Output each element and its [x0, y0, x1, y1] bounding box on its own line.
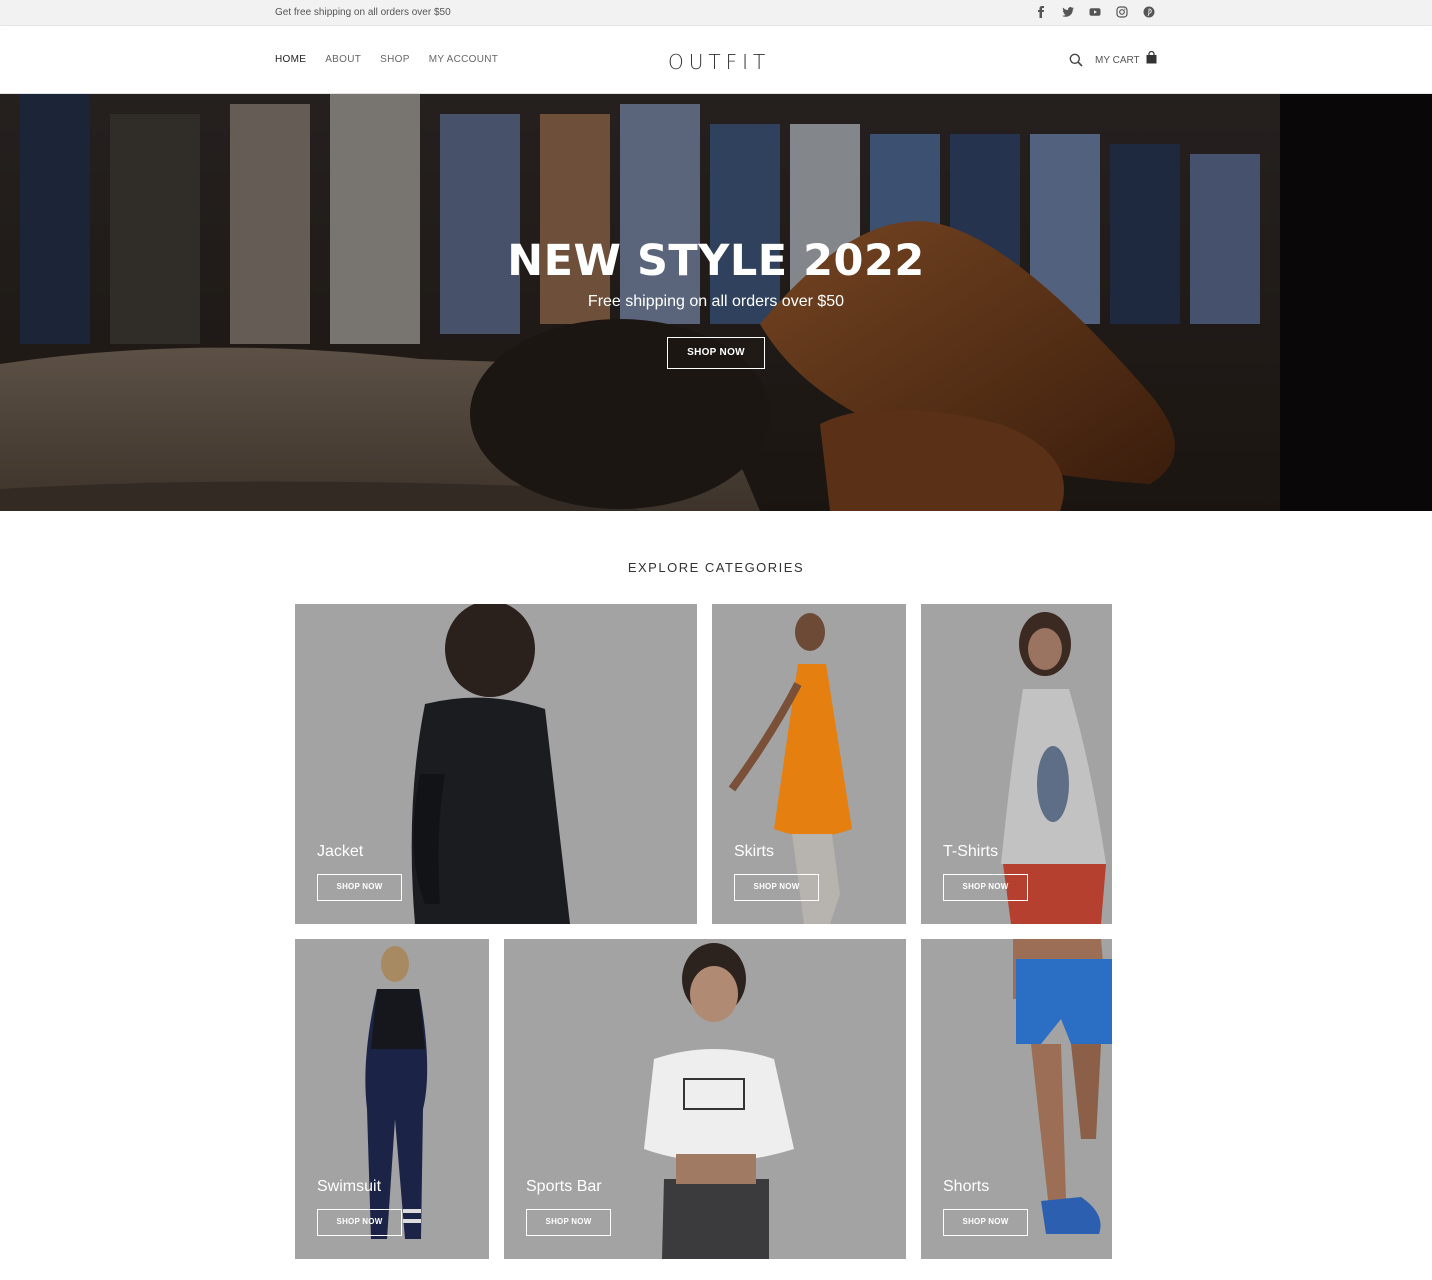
category-shop-now-button[interactable]: SHOP NOW	[943, 1209, 1028, 1236]
category-shop-now-button[interactable]: SHOP NOW	[734, 874, 819, 901]
nav-my-account[interactable]: MY ACCOUNT	[429, 54, 499, 65]
nav-about[interactable]: ABOUT	[325, 54, 361, 65]
category-card-swimsuit[interactable]: Swimsuit SHOP NOW	[295, 939, 489, 1259]
category-name: Jacket	[317, 843, 364, 860]
category-shop-now-button[interactable]: SHOP NOW	[943, 874, 1028, 901]
hero-title: NEW STYLE 2022	[507, 236, 925, 286]
nav-home[interactable]: HOME	[275, 54, 306, 65]
twitter-icon[interactable]	[1062, 5, 1075, 19]
site-header: HOME ABOUT SHOP MY ACCOUNT OUTFIT MY CAR…	[0, 26, 1432, 94]
category-name: Shorts	[943, 1178, 990, 1195]
category-name: Swimsuit	[317, 1178, 382, 1195]
category-shop-now-button[interactable]: SHOP NOW	[317, 1209, 402, 1236]
social-links	[1035, 5, 1156, 19]
top-bar: Get free shipping on all orders over $50	[0, 0, 1432, 26]
nav-shop[interactable]: SHOP	[380, 54, 410, 65]
cart-label: MY CART	[1095, 55, 1140, 66]
main-nav: HOME ABOUT SHOP MY ACCOUNT	[275, 54, 517, 65]
category-card-skirts[interactable]: Skirts SHOP NOW	[712, 604, 906, 924]
category-name: Skirts	[734, 843, 774, 860]
promo-text: Get free shipping on all orders over $50	[275, 7, 451, 18]
search-icon[interactable]	[1069, 53, 1083, 67]
category-shop-now-button[interactable]: SHOP NOW	[317, 874, 402, 901]
facebook-icon[interactable]	[1035, 5, 1048, 19]
shopping-bag-icon	[1146, 51, 1157, 64]
instagram-icon[interactable]	[1116, 5, 1129, 19]
category-name: Sports Bar	[526, 1178, 602, 1195]
hero-subtitle: Free shipping on all orders over $50	[587, 293, 845, 310]
category-name: T-Shirts	[943, 843, 999, 860]
category-shop-now-button[interactable]: SHOP NOW	[526, 1209, 611, 1236]
hero-banner: NEW STYLE 2022 Free shipping on all orde…	[0, 94, 1432, 511]
category-card-jacket[interactable]: Jacket SHOP NOW	[295, 604, 697, 924]
youtube-icon[interactable]	[1089, 5, 1102, 19]
section-title: EXPLORE CATEGORIES	[627, 560, 805, 575]
pinterest-icon[interactable]	[1143, 5, 1156, 19]
category-card-shorts[interactable]: Shorts SHOP NOW	[921, 939, 1112, 1259]
hero-shop-now-button[interactable]: SHOP NOW	[667, 337, 765, 369]
category-card-t-shirts[interactable]: T-Shirts SHOP NOW	[921, 604, 1112, 924]
cart-link[interactable]: MY CART	[1095, 51, 1158, 66]
category-card-sports-bar[interactable]: Sports Bar SHOP NOW	[504, 939, 906, 1259]
site-logo[interactable]: OUTFIT	[668, 50, 770, 74]
